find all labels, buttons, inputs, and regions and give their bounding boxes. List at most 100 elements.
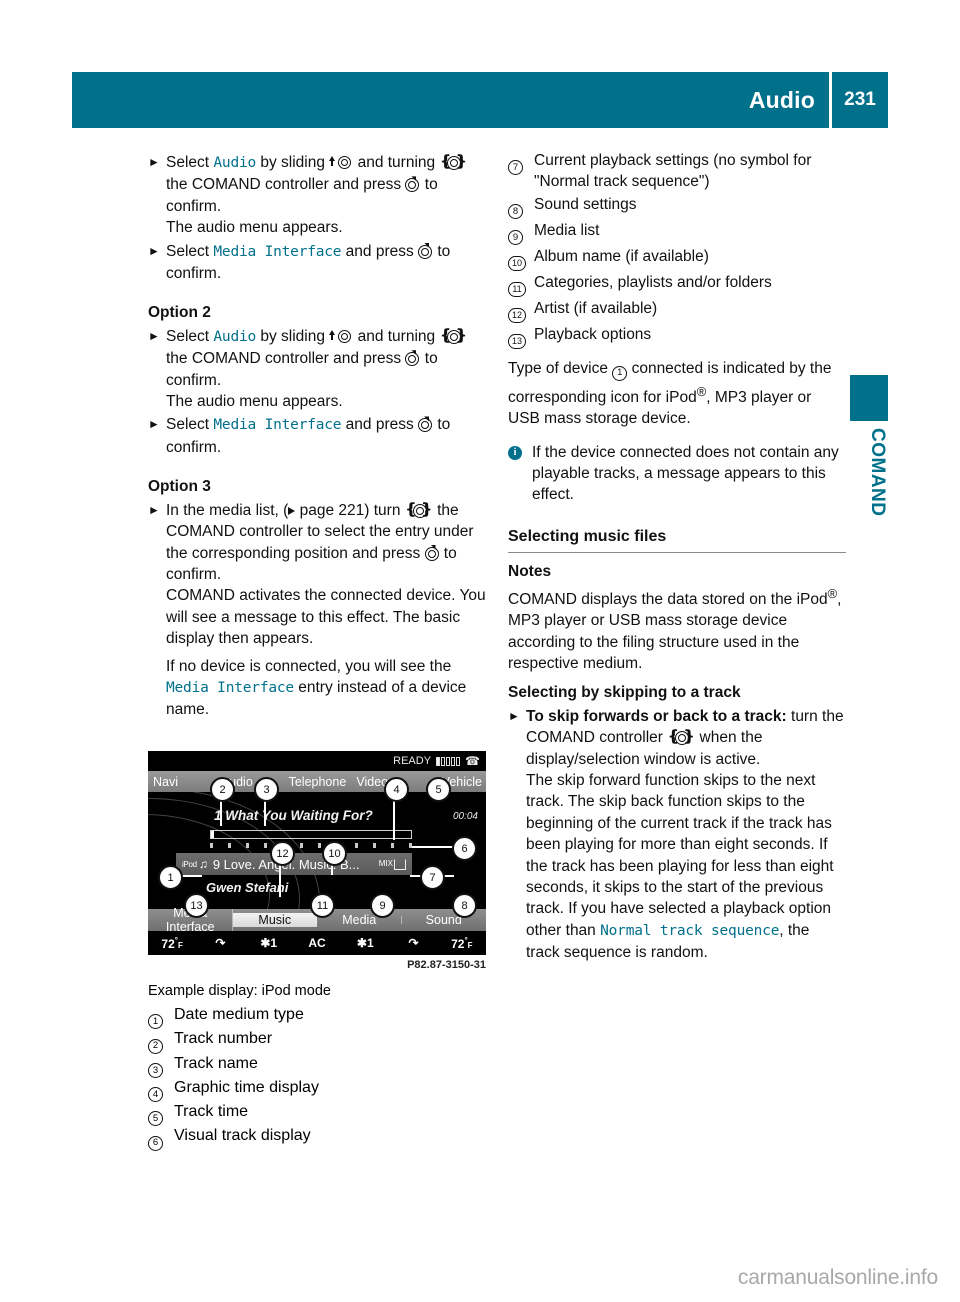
- step-option2-select-media-interface: ► Select Media Interface and press to co…: [148, 414, 486, 458]
- legend-item: 6 Visual track display: [148, 1127, 486, 1151]
- heading-notes: Notes: [508, 563, 552, 581]
- legend-label: Sound settings: [534, 195, 637, 213]
- legend-label: Media list: [534, 222, 600, 240]
- step-text: and press: [341, 242, 419, 260]
- step-text: and turning: [353, 154, 440, 171]
- climate-ac-label: AC: [308, 936, 326, 950]
- step-text: and press: [341, 416, 419, 434]
- press-controller-icon: [405, 350, 420, 367]
- step-text: Select: [166, 242, 214, 260]
- callout-6: 6: [452, 836, 477, 861]
- fan-level: 1: [270, 936, 278, 950]
- menu-item-navi[interactable]: Navi: [148, 775, 216, 789]
- press-controller-icon: [405, 176, 420, 193]
- legend-marker: 12: [508, 298, 534, 324]
- comand-screen: READY ☎ Navi Audio Telephone Video Vehic…: [148, 751, 486, 955]
- screen-status-bar: READY ☎: [148, 751, 486, 771]
- left-column: ► Select Audio by sliding and turning ❴ ❵…: [148, 150, 486, 723]
- step-lead-in: To skip forwards or back to a track:: [526, 707, 787, 725]
- heading-option-2: Option 2: [148, 304, 211, 322]
- step-skip-track: ► To skip forwards or back to a track: t…: [508, 706, 846, 964]
- page-title: Audio: [748, 86, 815, 113]
- temp-value: 72: [161, 936, 175, 951]
- step-detail-paragraph: The skip forward function skips to the n…: [526, 770, 846, 964]
- callout-12: 12: [270, 841, 295, 866]
- step-text: by sliding: [256, 327, 330, 345]
- registered-trademark-icon: ®: [827, 585, 838, 601]
- legend-marker: 1: [148, 1006, 174, 1030]
- step-bullet-icon: ►: [148, 328, 160, 343]
- cmd-audio: Audio: [213, 328, 257, 345]
- legend-marker: 13: [508, 324, 534, 350]
- step-bullet-icon: ►: [508, 708, 520, 723]
- step-text: Select: [166, 327, 214, 345]
- turn-controller-icon: ❴ ❵: [439, 326, 468, 344]
- climate-left-fan: ✱1: [260, 936, 278, 950]
- legend-marker: 6: [148, 1127, 174, 1151]
- cmd-normal-track-sequence: Normal track sequence: [600, 922, 780, 939]
- callout-7: 7: [420, 865, 445, 890]
- step-text: by sliding: [256, 154, 330, 171]
- callout-8: 8: [452, 893, 477, 918]
- legend-number: 7: [508, 160, 523, 176]
- step-text: the COMAND controller and press: [166, 350, 406, 368]
- step-option1-select-media-interface: ► Select Media Interface and press to co…: [148, 241, 486, 285]
- legend-marker: 4: [148, 1079, 174, 1102]
- legend-marker: 11: [508, 272, 534, 298]
- step-note-paragraph: If no device is connected, you will see …: [166, 656, 486, 721]
- progress-fill: [211, 831, 214, 838]
- temp-unit: F: [467, 940, 473, 950]
- chapter-thumb-label: COMAND: [867, 428, 888, 517]
- screen-main-area: 1 What You Waiting For? 00:04 iPod ♫ 9 L…: [148, 792, 486, 909]
- legend-item: 13 Playback options: [508, 324, 846, 350]
- fan-level: 1: [366, 936, 374, 950]
- soft-key-music[interactable]: Music: [232, 913, 317, 927]
- legend-item: 3 Track name: [148, 1055, 486, 1078]
- chapter-thumb-tab: [850, 375, 888, 421]
- legend-marker: 8: [508, 194, 534, 220]
- step-bullet-icon: ►: [148, 502, 160, 517]
- figure-code: P82.87-3150-31: [407, 959, 486, 971]
- press-controller-icon: [418, 416, 433, 433]
- legend-item: 7 Current playback settings (no symbol fo…: [508, 150, 846, 193]
- screen-track-time: 00:04: [452, 811, 478, 822]
- paragraph-text: COMAND displays the data stored on the i…: [508, 590, 828, 608]
- legend-label: Playback options: [534, 326, 652, 344]
- legend-marker: 2: [148, 1030, 174, 1054]
- legend-item: 1 Date medium type: [148, 1006, 486, 1030]
- climate-right-fan: ✱1: [356, 936, 374, 950]
- figure-legend-right: 7 Current playback settings (no symbol fo…: [508, 150, 846, 350]
- slide-controller-icon: [329, 155, 353, 170]
- step-option3-media-list: ► In the media list, ( page 221) turn ❴ ❵…: [148, 500, 486, 721]
- legend-marker: 7: [508, 150, 534, 176]
- legend-item: 9 Media list: [508, 220, 846, 246]
- heading-selecting-by-skipping: Selecting by skipping to a track: [508, 684, 741, 702]
- device-type-paragraph: Type of device 1 connected is indicated …: [508, 358, 846, 429]
- callout-13: 13: [184, 893, 209, 918]
- legend-label: Date medium type: [174, 1006, 304, 1023]
- legend-number: 5: [148, 1111, 163, 1127]
- legend-number: 3: [148, 1062, 163, 1078]
- step-bullet-icon: ►: [148, 243, 160, 258]
- screen-progress-bar[interactable]: [210, 830, 412, 839]
- step-text: page 221) turn: [295, 501, 405, 519]
- callout-3: 3: [254, 777, 279, 802]
- figure-caption: Example display: iPod mode: [148, 983, 331, 999]
- turn-controller-icon: ❴ ❵: [667, 728, 696, 746]
- menu-item-telephone[interactable]: Telephone: [284, 775, 352, 789]
- callout-2: 2: [210, 777, 235, 802]
- callout-leader: [180, 875, 202, 877]
- ipod-label-icon: iPod: [182, 859, 197, 869]
- ipod-icon: ♫: [198, 857, 208, 871]
- page-number: 231: [844, 89, 876, 110]
- site-watermark: carmanualsonline.info: [737, 1266, 938, 1289]
- status-ready-label: READY: [393, 755, 432, 767]
- soft-key-sound[interactable]: Sound: [402, 913, 487, 927]
- legend-marker: 9: [508, 220, 534, 246]
- step-result: The audio menu appears.: [166, 393, 343, 411]
- paragraph-text: Type of device: [508, 360, 613, 378]
- legend-label: Current playback settings (no symbol for…: [534, 152, 812, 191]
- phone-icon: ☎: [465, 754, 480, 768]
- legend-item: 5 Track time: [148, 1103, 486, 1127]
- step-text: Select: [166, 154, 214, 171]
